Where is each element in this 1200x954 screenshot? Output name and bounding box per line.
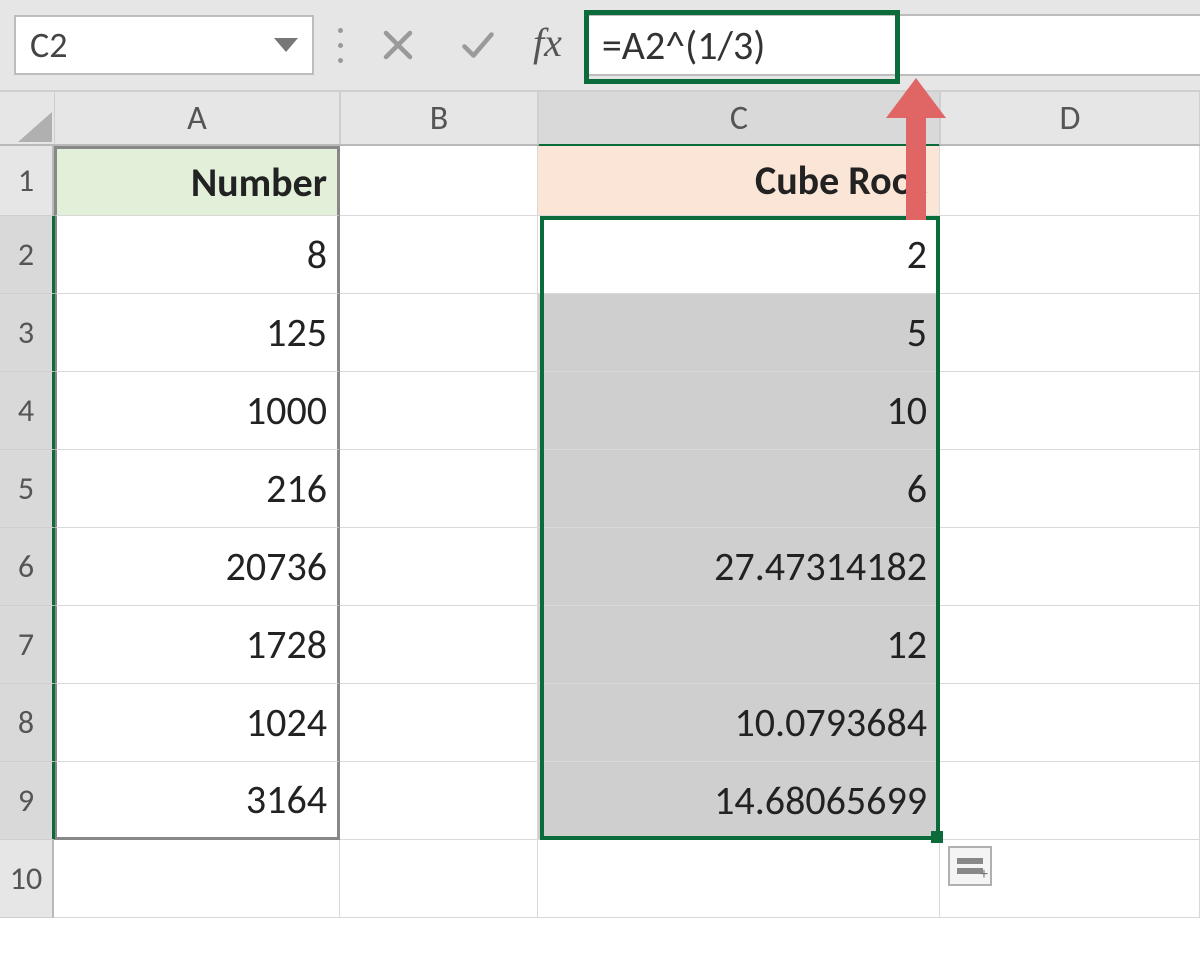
- row-header-5[interactable]: 5: [0, 450, 54, 528]
- row-header-7[interactable]: 7: [0, 606, 54, 684]
- cell-A3[interactable]: 125: [54, 294, 340, 372]
- cell-A1[interactable]: Number: [54, 146, 340, 216]
- cell-A9[interactable]: 3164: [54, 762, 340, 840]
- insert-function-button[interactable]: fx: [527, 19, 568, 72]
- cell-D1[interactable]: [940, 146, 1200, 216]
- spreadsheet-grid[interactable]: 1 Number Cube Root 2 8 2 3 125 5 4 1000 …: [0, 146, 1200, 918]
- table-row: 5 216 6: [0, 450, 1200, 528]
- row-header-8[interactable]: 8: [0, 684, 54, 762]
- cell-C5[interactable]: 6: [538, 450, 940, 528]
- cell-C6[interactable]: 27.47314182: [538, 528, 940, 606]
- drag-handle-icon[interactable]: [332, 28, 349, 63]
- select-all-corner[interactable]: [0, 92, 54, 144]
- cell-D9[interactable]: [940, 762, 1200, 840]
- col-header-C[interactable]: C: [538, 92, 940, 147]
- active-cell-ref: C2: [30, 23, 67, 67]
- table-row: 9 3164 14.68065699: [0, 762, 1200, 840]
- table-row: 1 Number Cube Root: [0, 146, 1200, 216]
- row-header-9[interactable]: 9: [0, 762, 54, 840]
- column-headers: A B C D: [0, 90, 1200, 146]
- cell-A2[interactable]: 8: [54, 216, 340, 294]
- cell-B9[interactable]: [340, 762, 538, 840]
- cell-A6[interactable]: 20736: [54, 528, 340, 606]
- quick-analysis-icon[interactable]: +: [948, 846, 992, 886]
- cell-C10[interactable]: [538, 840, 940, 918]
- table-row: 8 1024 10.0793684: [0, 684, 1200, 762]
- cell-D3[interactable]: [940, 294, 1200, 372]
- enter-button[interactable]: [447, 15, 509, 75]
- cell-C3[interactable]: 5: [538, 294, 940, 372]
- cell-C7[interactable]: 12: [538, 606, 940, 684]
- cell-C9[interactable]: 14.68065699: [538, 762, 940, 840]
- row-header-3[interactable]: 3: [0, 294, 54, 372]
- formula-input[interactable]: =A2^(1/3): [586, 14, 1200, 76]
- check-icon: [460, 27, 496, 63]
- row-header-4[interactable]: 4: [0, 372, 54, 450]
- row-header-1[interactable]: 1: [0, 146, 54, 216]
- cell-B6[interactable]: [340, 528, 538, 606]
- cell-B1[interactable]: [340, 146, 538, 216]
- table-row: 6 20736 27.47314182: [0, 528, 1200, 606]
- table-row: 4 1000 10: [0, 372, 1200, 450]
- cell-D5[interactable]: [940, 450, 1200, 528]
- cell-C1[interactable]: Cube Root: [538, 146, 940, 216]
- close-icon: [380, 27, 416, 63]
- row-header-10[interactable]: 10: [0, 840, 54, 918]
- cell-D8[interactable]: [940, 684, 1200, 762]
- cell-B2[interactable]: [340, 216, 538, 294]
- row-header-6[interactable]: 6: [0, 528, 54, 606]
- col-header-B[interactable]: B: [340, 92, 538, 144]
- cell-D4[interactable]: [940, 372, 1200, 450]
- cell-A10[interactable]: [54, 840, 340, 918]
- formula-bar: C2 fx =A2^(1/3): [0, 0, 1200, 90]
- cancel-button[interactable]: [367, 15, 429, 75]
- cell-C2[interactable]: 2: [538, 216, 940, 294]
- cell-B3[interactable]: [340, 294, 538, 372]
- cell-B7[interactable]: [340, 606, 538, 684]
- cell-B4[interactable]: [340, 372, 538, 450]
- chevron-down-icon[interactable]: [274, 38, 298, 52]
- cell-B10[interactable]: [340, 840, 538, 918]
- col-header-A[interactable]: A: [54, 92, 340, 144]
- cell-B8[interactable]: [340, 684, 538, 762]
- table-row: 2 8 2: [0, 216, 1200, 294]
- table-row: 3 125 5: [0, 294, 1200, 372]
- cell-B5[interactable]: [340, 450, 538, 528]
- table-row: 10: [0, 840, 1200, 918]
- cell-A5[interactable]: 216: [54, 450, 340, 528]
- cell-C4[interactable]: 10: [538, 372, 940, 450]
- table-row: 7 1728 12: [0, 606, 1200, 684]
- cell-C8[interactable]: 10.0793684: [538, 684, 940, 762]
- cell-D2[interactable]: [940, 216, 1200, 294]
- cell-A7[interactable]: 1728: [54, 606, 340, 684]
- cell-D7[interactable]: [940, 606, 1200, 684]
- col-header-D[interactable]: D: [940, 92, 1200, 144]
- formula-text: =A2^(1/3): [602, 21, 766, 70]
- row-header-2[interactable]: 2: [0, 216, 54, 294]
- cell-A8[interactable]: 1024: [54, 684, 340, 762]
- cell-A4[interactable]: 1000: [54, 372, 340, 450]
- name-box[interactable]: C2: [14, 15, 314, 75]
- cell-D6[interactable]: [940, 528, 1200, 606]
